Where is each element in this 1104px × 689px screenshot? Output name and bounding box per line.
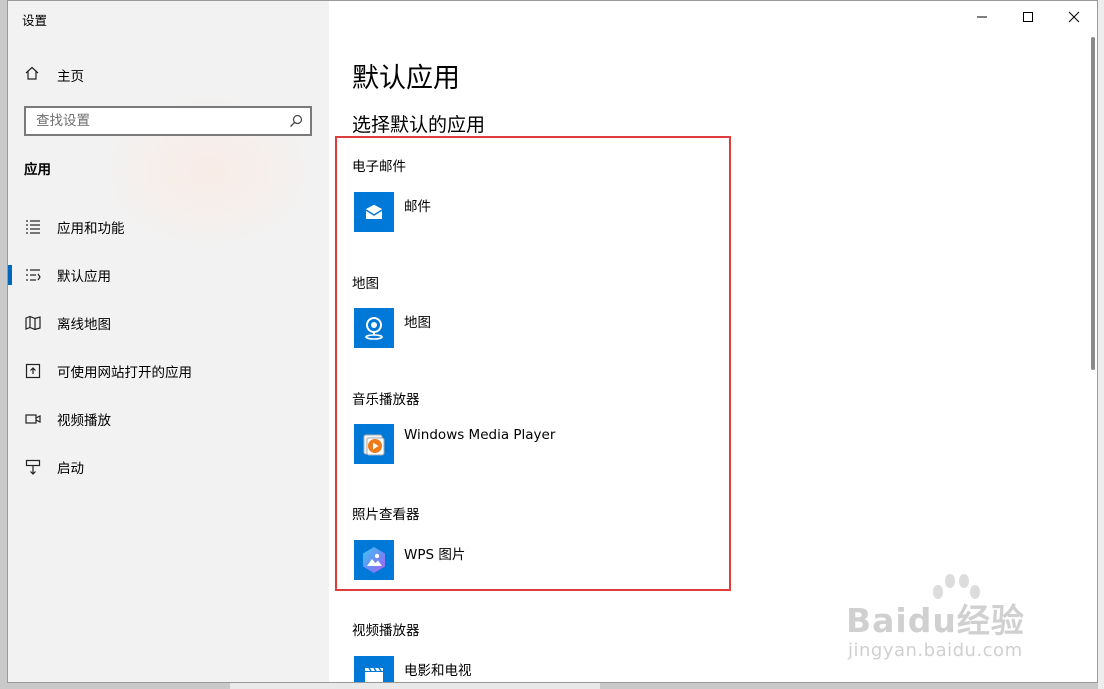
search-icon[interactable]: [282, 108, 310, 134]
close-button[interactable]: [1051, 1, 1097, 33]
app-name: 电影和电视: [404, 663, 472, 679]
maximize-button[interactable]: [1005, 1, 1051, 33]
sidebar-item-default-apps[interactable]: 默认应用: [8, 251, 329, 299]
category-label-music-player: 音乐播放器: [352, 392, 420, 408]
default-app-email-button[interactable]: 邮件: [354, 192, 431, 232]
default-app-music-button[interactable]: Windows Media Player: [354, 424, 555, 464]
video-playback-icon: [24, 410, 42, 428]
sidebar-item-offline-maps[interactable]: 离线地图: [8, 299, 329, 347]
sidebar-item-label: 可使用网站打开的应用: [57, 365, 192, 381]
default-app-video-button[interactable]: 电影和电视: [354, 656, 472, 682]
window-controls: [959, 1, 1097, 33]
app-name: 邮件: [404, 199, 431, 215]
minimize-icon: [977, 16, 987, 18]
home-icon: [24, 65, 40, 85]
close-icon: [1068, 11, 1080, 23]
apps-features-icon: [24, 218, 42, 236]
sidebar: 设置 主页 应用 应用和功能: [8, 1, 329, 682]
minimize-button[interactable]: [959, 1, 1005, 33]
background-window-strip: [230, 683, 600, 689]
page-subtitle: 选择默认的应用: [352, 114, 486, 136]
background-window-edge: [1098, 0, 1104, 689]
sidebar-item-label: 视频播放: [57, 413, 111, 429]
home-label: 主页: [57, 69, 84, 85]
app-name: 地图: [404, 315, 431, 331]
category-label-photo-viewer: 照片查看器: [352, 507, 420, 523]
search-box: [24, 106, 312, 136]
sidebar-item-apps-for-websites[interactable]: 可使用网站打开的应用: [8, 347, 329, 395]
home-nav-item[interactable]: 主页: [24, 65, 84, 85]
offline-maps-icon: [24, 314, 42, 332]
default-apps-icon: [24, 266, 42, 284]
category-label-video-player: 视频播放器: [352, 623, 420, 639]
category-label-email: 电子邮件: [352, 159, 406, 175]
sidebar-item-label: 默认应用: [57, 269, 111, 285]
default-app-photos-button[interactable]: WPS 图片: [354, 540, 465, 580]
category-label-maps: 地图: [352, 276, 379, 292]
page-title: 默认应用: [352, 63, 460, 94]
movies-tv-icon: [354, 656, 394, 682]
apps-for-websites-icon: [24, 362, 42, 380]
mail-app-icon: [354, 192, 394, 232]
search-input[interactable]: [26, 108, 282, 134]
sidebar-item-apps-features[interactable]: 应用和功能: [8, 203, 329, 251]
settings-window: 设置 主页 应用 应用和功能: [7, 0, 1098, 683]
main-content: 默认应用 选择默认的应用 电子邮件 邮件 地图 地图 音乐播放器 Windows…: [329, 1, 1097, 682]
sidebar-item-video-playback[interactable]: 视频播放: [8, 395, 329, 443]
sidebar-item-label: 启动: [57, 461, 84, 477]
default-app-maps-button[interactable]: 地图: [354, 308, 431, 348]
scrollbar-thumb[interactable]: [1091, 37, 1095, 370]
app-name: WPS 图片: [404, 547, 466, 563]
wps-pictures-icon: [354, 540, 394, 580]
app-name: Windows Media Player: [404, 427, 556, 443]
window-title: 设置: [22, 13, 48, 28]
maximize-icon: [1023, 12, 1033, 22]
sidebar-item-label: 应用和功能: [57, 221, 125, 237]
startup-icon: [24, 458, 42, 476]
sidebar-item-label: 离线地图: [57, 317, 111, 333]
maps-app-icon: [354, 308, 394, 348]
section-title: 应用: [24, 162, 51, 178]
sidebar-item-startup[interactable]: 启动: [8, 443, 329, 491]
windows-media-player-icon: [354, 424, 394, 464]
sidebar-nav: 应用和功能 默认应用 离线地图 可使用网站打开的应用 视频播放 启动: [8, 203, 329, 491]
